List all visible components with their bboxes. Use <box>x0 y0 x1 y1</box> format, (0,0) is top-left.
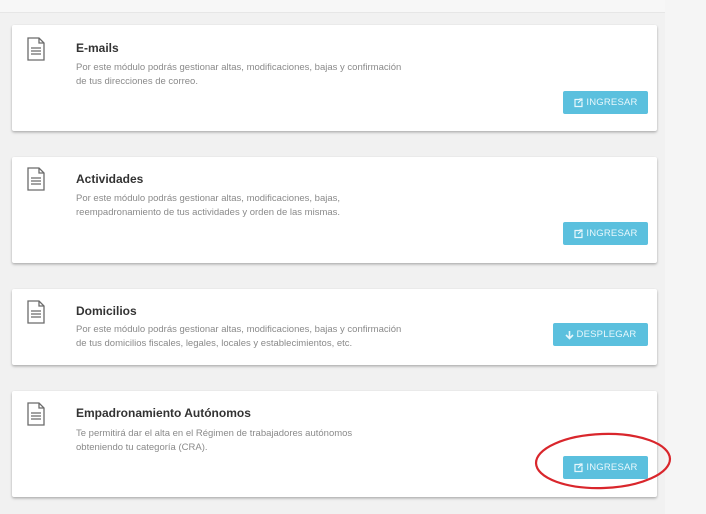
module-description-line: Te permitirá dar el alta en el Régimen d… <box>76 428 353 439</box>
module-description-line: de tus direcciones de correo. <box>76 75 198 87</box>
module-card-empadronamiento-autonomos: Empadronamiento Autónomos Te permitirá d… <box>12 391 657 497</box>
document-icon <box>26 402 46 426</box>
external-edit-icon <box>574 228 583 238</box>
module-description: Por este módulo podrás gestionar altas, … <box>76 61 466 88</box>
button-label: INGRESAR <box>586 462 638 473</box>
module-description: Por este módulo podrás gestionar altas, … <box>76 192 466 219</box>
top-bar <box>0 0 665 13</box>
module-title: Empadronamiento Autónomos <box>76 406 251 420</box>
arrow-down-icon <box>564 330 574 340</box>
external-edit-icon <box>574 462 583 472</box>
module-description-line: reempadronamiento de tus actividades y o… <box>76 206 341 218</box>
module-description-line: Por este módulo podrás gestionar altas, … <box>76 324 402 335</box>
module-description: Te permitirá dar el alta en el Régimen d… <box>76 427 466 454</box>
module-description-line: Por este módulo podrás gestionar altas, … <box>76 193 341 204</box>
module-description: Por este módulo podrás gestionar altas, … <box>76 323 466 350</box>
ingresar-button[interactable]: INGRESAR <box>563 222 648 245</box>
module-title: Actividades <box>76 172 144 186</box>
document-icon <box>26 300 46 324</box>
button-label: INGRESAR <box>586 228 638 239</box>
button-label: DESPLEGAR <box>576 329 637 340</box>
external-edit-icon <box>574 97 583 107</box>
desplegar-button[interactable]: DESPLEGAR <box>553 323 648 346</box>
module-description-line: obteniendo tu categoría (CRA). <box>76 441 208 453</box>
document-icon <box>26 37 46 61</box>
module-card-actividades: Actividades Por este módulo podrás gesti… <box>12 157 657 263</box>
document-icon <box>26 167 46 191</box>
module-card-domicilios: Domicilios Por este módulo podrás gestio… <box>12 289 657 365</box>
button-label: INGRESAR <box>586 97 638 108</box>
right-gutter <box>665 0 706 514</box>
module-description-line: Por este módulo podrás gestionar altas, … <box>76 62 402 73</box>
module-description-line: de tus domicilios fiscales, legales, loc… <box>76 337 353 349</box>
module-title: E-mails <box>76 41 119 55</box>
ingresar-button[interactable]: INGRESAR <box>563 456 648 479</box>
module-card-emails: E-mails Por este módulo podrás gestionar… <box>12 25 657 131</box>
module-title: Domicilios <box>76 304 137 318</box>
ingresar-button[interactable]: INGRESAR <box>563 91 648 114</box>
